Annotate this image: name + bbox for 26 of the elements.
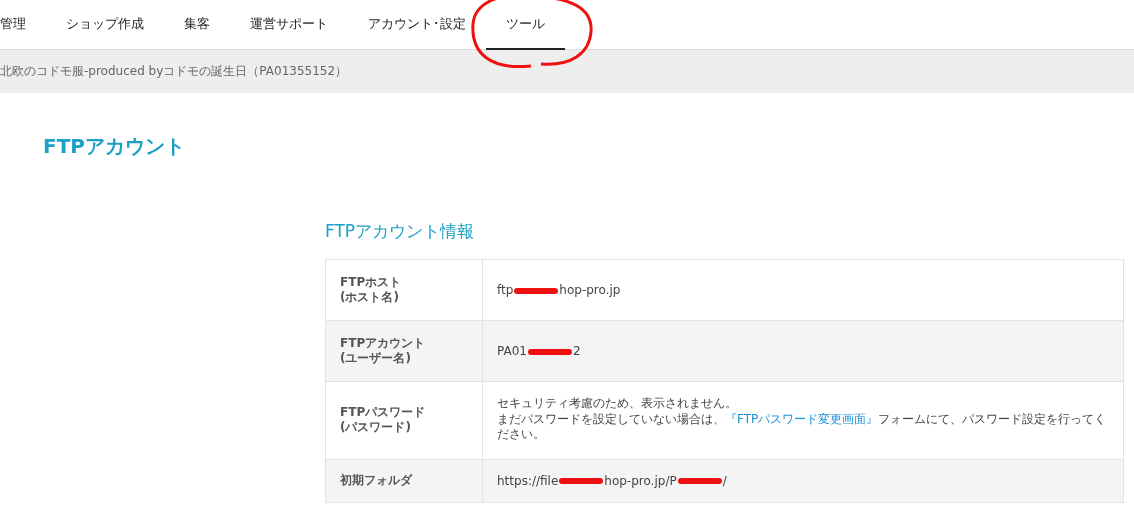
table-cell: FTPホスト (ホスト名) — [325, 259, 483, 321]
nav-tab[interactable]: ショップ作成 — [46, 0, 164, 50]
page-title: FTPアカウント — [43, 133, 186, 158]
value-text: hop-pro.jp — [559, 283, 621, 297]
password-change-link[interactable]: 『FTPパスワード変更画面』 — [725, 411, 879, 426]
redaction-scribble — [559, 478, 604, 485]
note-text: まだパスワードを設定していない場合は、『FTPパスワード変更画面』フォームにて、パスワード設定を行ってください。 — [497, 411, 1108, 443]
value-text: / — [722, 473, 727, 488]
value-text: PA01 — [497, 344, 527, 358]
value-text: hop-pro.jp/P — [604, 473, 677, 488]
nav-tab[interactable]: アカウント･設定 — [348, 0, 486, 50]
shop-name: 北欧のコドモ服-produced byコドモの誕生日（PA01355152） — [0, 63, 348, 80]
table-cell: 初期フォルダ — [325, 459, 483, 503]
note-text: セキュリティ考慮のため、表示されません。 — [497, 396, 738, 412]
section-title: FTPアカウント情報 — [325, 220, 476, 243]
redaction-scribble — [677, 478, 722, 485]
value-text: https://file — [497, 473, 559, 488]
table-cell: FTPアカウント (ユーザー名) — [325, 320, 483, 382]
nav-tab[interactable]: 管理 — [0, 0, 46, 50]
redaction-scribble — [527, 348, 572, 355]
nav-tab[interactable]: 集客 — [164, 0, 230, 50]
value-text: ftp — [497, 283, 514, 297]
redaction-scribble — [514, 287, 559, 294]
value-text: 2 — [572, 344, 581, 358]
nav-tab[interactable]: 運営サポート — [230, 0, 348, 50]
table-cell: FTPパスワード (パスワード) — [325, 381, 483, 460]
